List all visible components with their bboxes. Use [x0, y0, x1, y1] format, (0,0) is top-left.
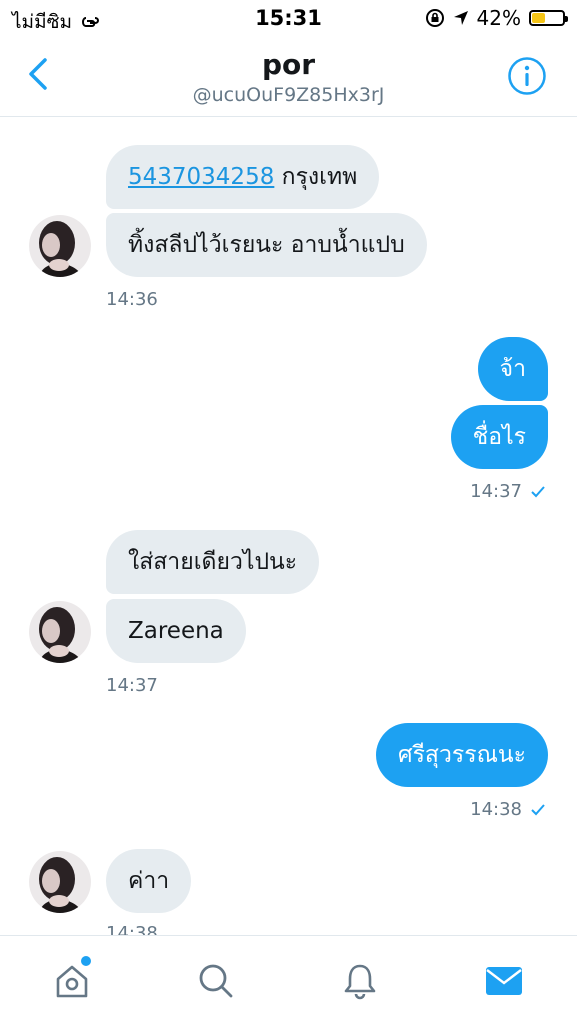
battery-icon: [529, 10, 568, 26]
message-text: ค่าา: [128, 868, 170, 894]
message-text: ศรีสุวรรณนะ: [397, 742, 526, 768]
message-text: ใส่สายเดียวไปนะ: [128, 549, 298, 575]
tab-messages[interactable]: [481, 958, 527, 1004]
message-thread[interactable]: 5437034258 กรุงเทพ ทิ้งสลีปไว้เรยนะ อาบน…: [0, 117, 577, 935]
conversation-handle: @ucuOuF9Z85Hx3rJ: [192, 84, 385, 106]
message-text: ชื่อไร: [472, 424, 526, 450]
tab-search[interactable]: [193, 958, 239, 1004]
message-timestamp: 14:38: [470, 799, 522, 820]
message-bubble-incoming[interactable]: ค่าา: [106, 849, 192, 913]
message-timestamp-group: 14:38: [470, 799, 546, 820]
search-icon: [199, 964, 233, 998]
avatar-image: [29, 851, 91, 913]
message-bubble-incoming[interactable]: 5437034258 กรุงเทพ: [106, 145, 380, 209]
tab-bar: [0, 935, 577, 1025]
status-bar: ไม่มีซิม 15:31 42%: [0, 0, 577, 40]
message-bubble-incoming[interactable]: ใส่สายเดียวไปนะ: [106, 530, 320, 594]
bell-icon: [344, 964, 376, 1000]
location-arrow-icon: [453, 11, 468, 25]
message-text: จ้า: [499, 356, 526, 382]
message-text: Zareena: [128, 618, 224, 644]
info-button[interactable]: [507, 56, 547, 96]
info-icon: [508, 57, 546, 95]
message-bubble-outgoing[interactable]: ชื่อไร: [450, 405, 548, 469]
message-bubble-incoming[interactable]: ทิ้งสลีปไว้เรยนะ อาบน้ำแปบ: [106, 213, 427, 277]
notification-dot: [79, 954, 93, 968]
tab-home[interactable]: [49, 954, 95, 1004]
avatar[interactable]: [29, 851, 91, 913]
message-timestamp: 14:37: [106, 675, 158, 696]
rotation-lock-icon: [425, 9, 444, 27]
message-text: ทิ้งสลีปไว้เรยนะ อาบน้ำแปบ: [128, 232, 405, 258]
conversation-title: por: [261, 48, 316, 81]
battery-level: [532, 13, 545, 23]
avatar-image: [29, 601, 91, 663]
message-text: กรุงเทพ: [274, 164, 358, 190]
checkmark-icon: [531, 485, 545, 497]
avatar[interactable]: [29, 601, 91, 663]
message-timestamp-group: 14:37: [470, 481, 546, 502]
message-timestamp: 14:37: [470, 481, 522, 502]
message-bubble-outgoing[interactable]: จ้า: [477, 337, 548, 401]
status-icons: 42%: [425, 6, 568, 30]
message-timestamp: 14:38: [106, 923, 158, 935]
message-link[interactable]: 5437034258: [128, 164, 274, 190]
avatar[interactable]: [29, 215, 91, 277]
checkmark-icon: [531, 803, 545, 815]
message-bubble-outgoing[interactable]: ศรีสุวรรณนะ: [375, 723, 548, 787]
battery-percent: 42%: [476, 6, 521, 30]
message-bubble-incoming[interactable]: Zareena: [106, 599, 246, 663]
message-timestamp: 14:36: [106, 289, 158, 310]
conversation-header: por @ucuOuF9Z85Hx3rJ: [0, 40, 577, 117]
avatar-image: [29, 215, 91, 277]
mail-icon: [486, 967, 522, 995]
tab-notifications[interactable]: [337, 958, 383, 1004]
